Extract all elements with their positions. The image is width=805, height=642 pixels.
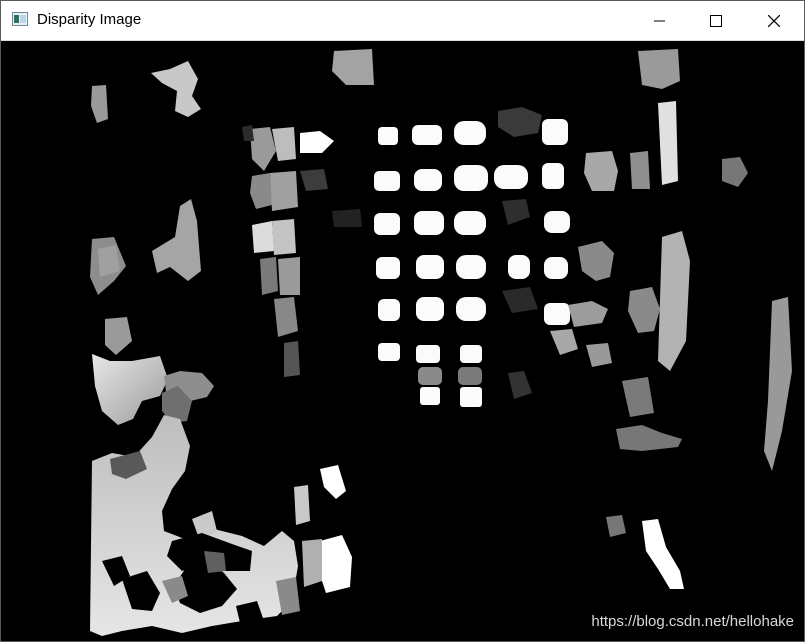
title-bar[interactable]: Disparity Image <box>1 1 804 41</box>
close-icon <box>768 14 780 27</box>
disparity-image <box>2 41 804 641</box>
minimize-button[interactable] <box>631 1 689 40</box>
app-window: Disparity Image https://blog.csdn.net/he… <box>0 0 805 642</box>
maximize-button[interactable] <box>687 1 745 40</box>
maximize-icon <box>710 14 722 27</box>
disparity-image-canvas[interactable]: https://blog.csdn.net/hellohake <box>2 41 804 641</box>
close-button[interactable] <box>745 1 803 40</box>
minimize-icon <box>654 20 665 21</box>
opencv-window-icon <box>12 12 28 26</box>
window-title: Disparity Image <box>37 11 142 28</box>
watermark-text: https://blog.csdn.net/hellohake <box>591 613 794 630</box>
